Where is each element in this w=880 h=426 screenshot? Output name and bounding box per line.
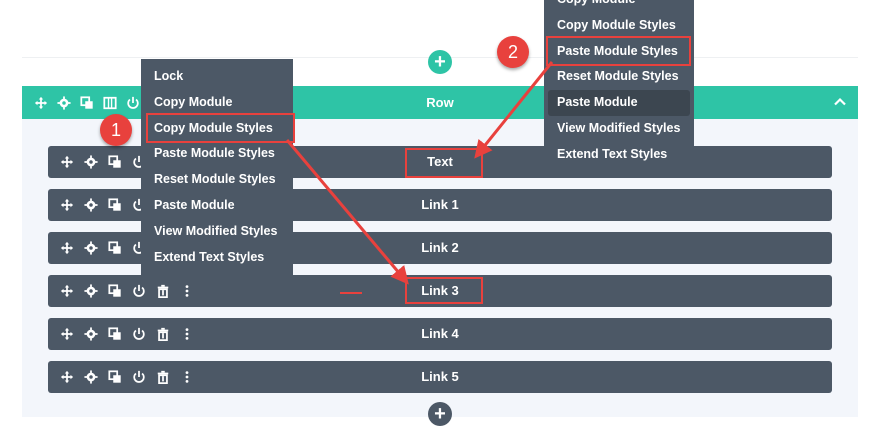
menu-right-item[interactable]: Copy Module [548,0,690,13]
context-menu-left: Lock Copy Module Copy Module Styles Paste M… [141,59,293,277]
plus-icon: + [434,403,446,425]
module-label: Link 4 [421,326,459,341]
add-row-button[interactable]: + [428,50,452,74]
plus-icon: + [434,51,446,73]
callout-number: 1 [110,119,121,140]
module-bar[interactable]: Link 5 [48,361,832,393]
callout-step-2: 2 [497,36,529,68]
module-bar[interactable]: Link 4 [48,318,832,350]
highlight-link-3-module [405,277,483,304]
menu-left-item[interactable]: Lock [145,64,289,90]
chevron-up-icon[interactable] [832,94,848,110]
menu-right-item[interactable]: Reset Module Styles [548,64,690,90]
menu-left-item[interactable]: View Modified Styles [145,219,289,245]
highlight-paste-module-styles [546,36,691,66]
menu-right-item[interactable]: Extend Text Styles [548,142,690,168]
callout-number: 2 [507,41,518,62]
menu-right-item[interactable]: Copy Module Styles [548,13,690,39]
context-menu-right: Copy ModuleCopy Module Styles Paste Modul… [544,0,694,167]
menu-left-item[interactable]: Reset Module Styles [145,167,289,193]
highlight-text-module [405,148,483,178]
module-label: Link 5 [421,369,459,384]
menu-right-item[interactable]: View Modified Styles [548,116,690,142]
menu-left-item[interactable]: Extend Text Styles [145,245,289,271]
drag-indicator [340,292,362,294]
menu-left-item[interactable]: Paste Module [145,193,289,219]
add-module-button[interactable]: + [428,402,452,426]
menu-right-item[interactable]: Paste Module [548,90,690,116]
menu-left-item[interactable]: Paste Module Styles [145,141,289,167]
callout-step-1: 1 [100,114,132,146]
highlight-copy-module-styles [146,113,295,143]
menu-left-item[interactable]: Copy Module [145,90,289,116]
